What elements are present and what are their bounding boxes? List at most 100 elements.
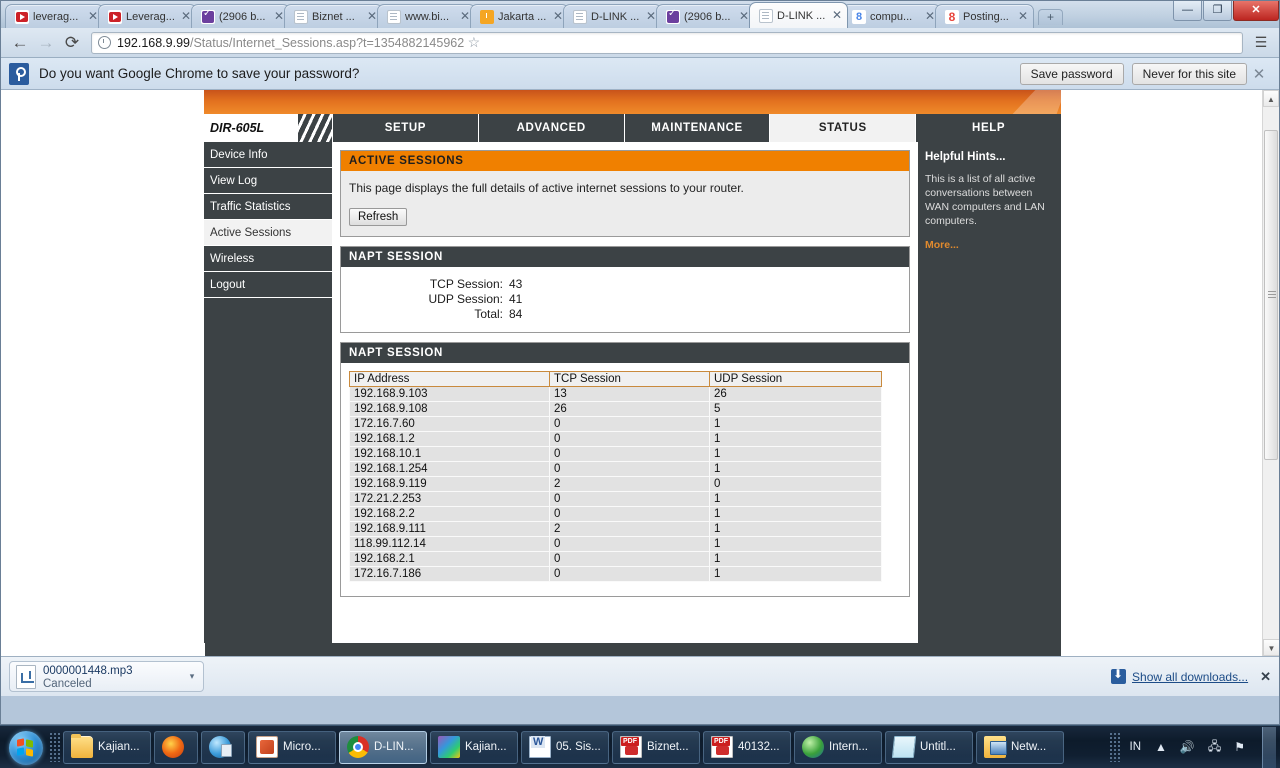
hints-more-link[interactable]: More... xyxy=(925,238,1054,252)
page-canvas: DIR-605L SETUP ADVANCED MAINTENANCE STAT… xyxy=(1,90,1264,656)
cell-udp-session: 1 xyxy=(709,566,882,582)
nav-tab-advanced[interactable]: ADVANCED xyxy=(477,114,624,142)
taskbar-grip[interactable] xyxy=(49,732,60,762)
shelf-close-icon[interactable]: ✕ xyxy=(1260,669,1271,685)
napt-table-body: IP Address TCP Session UDP Session 192.1… xyxy=(341,363,909,596)
sidebar-item-active-sessions[interactable]: Active Sessions xyxy=(204,220,332,246)
infobar-close-icon[interactable]: ✕ xyxy=(1247,65,1271,83)
nav-tab-setup[interactable]: SETUP xyxy=(332,114,478,142)
download-item[interactable]: 0000001448.mp3 Canceled ▾ xyxy=(9,661,204,692)
cell-ip-address: 192.168.9.111 xyxy=(349,521,550,537)
taskbar-button-winrar[interactable]: Kajian... xyxy=(430,730,518,764)
browser-window: leverag... ✕ Leverag... ✕ (2906 b... ✕ B… xyxy=(0,0,1280,725)
youtube-icon xyxy=(15,9,29,24)
taskbar-button-idm[interactable]: Intern... xyxy=(794,730,882,764)
tab-close-icon[interactable]: ✕ xyxy=(1017,10,1029,23)
cell-ip-address: 192.168.2.2 xyxy=(349,506,550,522)
taskbar-button-label: Kajian... xyxy=(98,741,140,753)
never-for-this-site-button[interactable]: Never for this site xyxy=(1131,62,1247,85)
start-button[interactable] xyxy=(3,728,49,767)
volume-icon[interactable]: 🔊 xyxy=(1180,740,1195,754)
show-all-downloads-link[interactable]: Show all downloads... xyxy=(1132,670,1248,684)
active-sessions-title: ACTIVE SESSIONS xyxy=(341,151,909,171)
network-tray-icon[interactable]: 🖧 xyxy=(1208,737,1221,758)
sidebar-item-view-log[interactable]: View Log xyxy=(204,168,332,194)
cell-tcp-session: 0 xyxy=(549,416,710,432)
close-window-button[interactable]: ✕ xyxy=(1233,1,1279,21)
bookmark-star-icon[interactable]: ☆ xyxy=(464,34,481,51)
tray-grip[interactable] xyxy=(1108,732,1120,762)
taskbar-button-notepad[interactable]: Untitl... xyxy=(885,730,973,764)
browser-tab-2[interactable]: (2906 b... ✕ xyxy=(191,4,290,28)
browser-tab-4[interactable]: www.bi... ✕ xyxy=(377,4,476,28)
browser-tab-7[interactable]: (2906 b... ✕ xyxy=(656,4,755,28)
browser-tab-1[interactable]: Leverag... ✕ xyxy=(98,4,197,28)
document-icon xyxy=(294,9,308,24)
taskbar-button-pdf-40132[interactable]: 40132... xyxy=(703,730,791,764)
taskbar-button-media-player[interactable] xyxy=(201,730,245,764)
browser-tab-3[interactable]: Biznet ... ✕ xyxy=(284,4,383,28)
chrome-menu-icon[interactable]: ☰ xyxy=(1249,34,1273,51)
scroll-up-icon[interactable]: ▲ xyxy=(1263,90,1279,107)
tab-title: leverag... xyxy=(33,10,79,23)
sidebar-item-device-info[interactable]: Device Info xyxy=(204,142,332,168)
napt-table-panel: NAPT SESSION IP Address TCP Session UDP … xyxy=(340,342,910,597)
save-password-button[interactable]: Save password xyxy=(1019,62,1124,85)
minimize-button[interactable]: — xyxy=(1173,1,1202,21)
browser-tab-9[interactable]: compu... ✕ xyxy=(842,4,941,28)
firefox-icon xyxy=(162,736,184,758)
router-nav-bar: DIR-605L SETUP ADVANCED MAINTENANCE STAT… xyxy=(204,114,1061,142)
sidebar-item-logout[interactable]: Logout xyxy=(204,272,332,298)
cell-tcp-session: 0 xyxy=(549,461,710,477)
scroll-down-icon[interactable]: ▼ xyxy=(1263,639,1279,656)
taskbar-button-label: 05. Sis... xyxy=(556,741,601,753)
sidebar-item-traffic-statistics[interactable]: Traffic Statistics xyxy=(204,194,332,220)
napt-summary-panel: NAPT SESSION TCP Session: 43 UDP Session… xyxy=(340,246,910,333)
reload-icon[interactable]: ⟳ xyxy=(59,31,85,55)
table-row: 172.21.2.253 0 1 xyxy=(349,491,882,507)
browser-tab-5[interactable]: Jakarta ... ✕ xyxy=(470,4,569,28)
new-tab-button[interactable]: + xyxy=(1038,9,1063,25)
cell-ip-address: 172.16.7.60 xyxy=(349,416,550,432)
maximize-button[interactable]: ❐ xyxy=(1203,1,1232,21)
forward-icon[interactable]: → xyxy=(33,31,59,55)
action-center-icon[interactable]: ⚑ xyxy=(1234,740,1245,754)
browser-tab-0[interactable]: leverag... ✕ xyxy=(5,4,104,28)
scrollbar-thumb[interactable] xyxy=(1264,130,1278,460)
back-icon[interactable]: ← xyxy=(7,31,33,55)
table-row: 192.168.9.108 26 5 xyxy=(349,401,882,417)
cell-tcp-session: 0 xyxy=(549,446,710,462)
nav-tab-status[interactable]: STATUS xyxy=(769,114,916,142)
taskbar-button-kajian-folder[interactable]: Kajian... xyxy=(63,730,151,764)
sidebar-item-wireless[interactable]: Wireless xyxy=(204,246,332,272)
taskbar-button-chrome-dlink[interactable]: D-LIN... xyxy=(339,730,427,764)
url-text: 192.168.9.99/Status/Internet_Sessions.as… xyxy=(117,36,464,50)
column-header-ip-address: IP Address xyxy=(349,371,550,387)
taskbar-button-powerpoint[interactable]: Micro... xyxy=(248,730,336,764)
router-body: Device Info View Log Traffic Statistics … xyxy=(204,142,1061,643)
page-scrollbar[interactable]: ▲ ▼ xyxy=(1262,90,1279,656)
nav-tab-maintenance[interactable]: MAINTENANCE xyxy=(623,114,770,142)
taskbar-button-network[interactable]: Netw... xyxy=(976,730,1064,764)
taskbar-button-word[interactable]: 05. Sis... xyxy=(521,730,609,764)
address-bar[interactable]: 192.168.9.99/Status/Internet_Sessions.as… xyxy=(91,31,1243,54)
show-hidden-icons-icon[interactable]: ▲ xyxy=(1155,740,1167,754)
language-indicator[interactable]: IN xyxy=(1130,741,1142,753)
browser-tab-6[interactable]: D-LINK ... ✕ xyxy=(563,4,662,28)
taskbar-button-firefox[interactable] xyxy=(154,730,198,764)
cell-ip-address: 192.168.9.103 xyxy=(349,386,550,402)
cell-udp-session: 1 xyxy=(709,491,882,507)
url-host: 192.168.9.99 xyxy=(117,35,190,50)
password-save-infobar: Do you want Google Chrome to save your p… xyxy=(1,58,1279,90)
cell-udp-session: 1 xyxy=(709,506,882,522)
download-shelf: 0000001448.mp3 Canceled ▾ Show all downl… xyxy=(1,656,1279,696)
tab-close-icon[interactable]: ✕ xyxy=(831,9,843,22)
browser-tab-10[interactable]: Posting... ✕ xyxy=(935,4,1034,28)
browser-tab-8-active[interactable]: D-LINK ... ✕ xyxy=(749,2,848,28)
refresh-button[interactable]: Refresh xyxy=(349,208,408,226)
show-desktop-button[interactable] xyxy=(1262,726,1276,768)
page-info-icon[interactable] xyxy=(98,36,111,49)
taskbar-button-pdf-biznet[interactable]: Biznet... xyxy=(612,730,700,764)
chevron-down-icon[interactable]: ▾ xyxy=(185,671,199,682)
nav-tab-help[interactable]: HELP xyxy=(915,114,1061,142)
